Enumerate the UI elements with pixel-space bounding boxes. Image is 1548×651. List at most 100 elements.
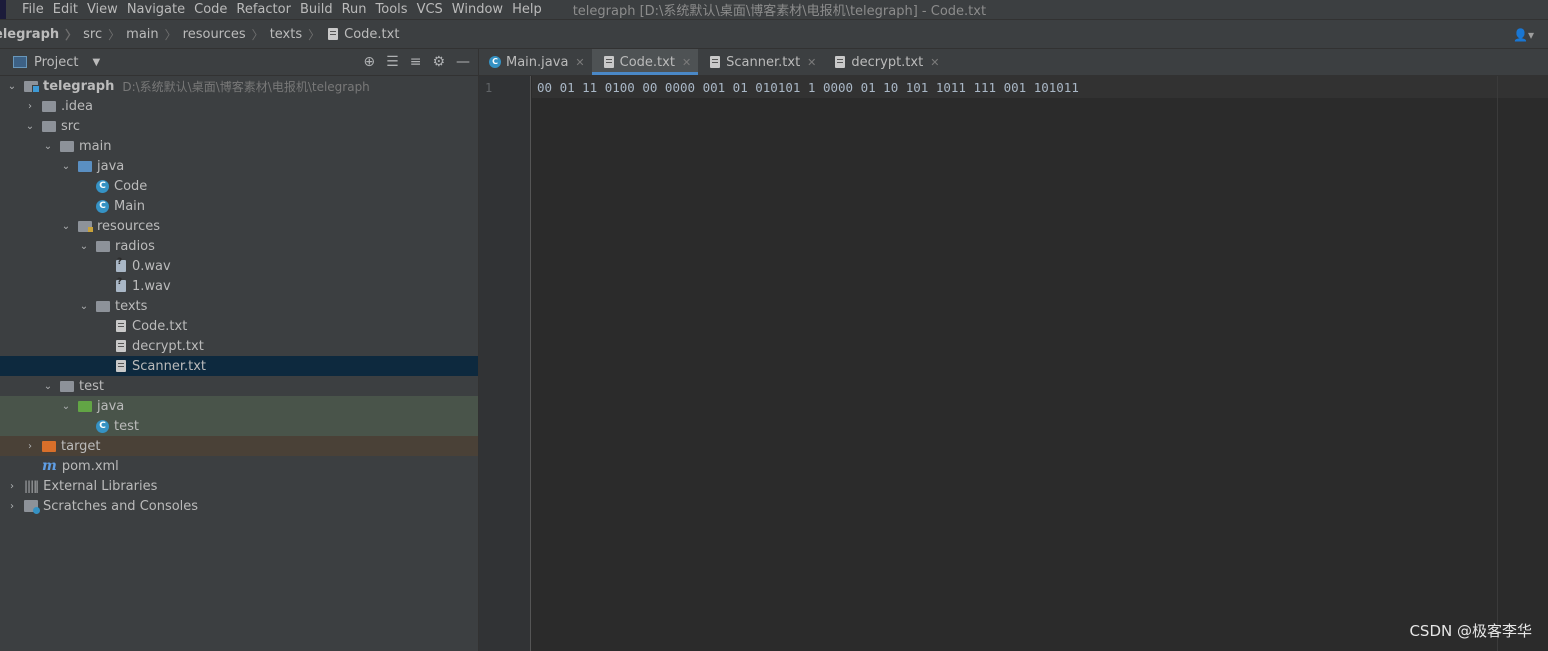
text-file-icon: [116, 360, 126, 372]
menu-build[interactable]: Build: [300, 2, 333, 17]
folder-icon: [96, 300, 110, 312]
tree-item-target[interactable]: › target: [0, 436, 478, 456]
tree-item-decrypt-txt[interactable]: decrypt.txt: [0, 336, 478, 356]
tree-item-idea[interactable]: › .idea: [0, 96, 478, 116]
tree-item-label: .idea: [61, 98, 93, 114]
tree-item-main-class[interactable]: C Main: [0, 196, 478, 216]
tree-item-test-class[interactable]: C test: [0, 416, 478, 436]
chevron-down-icon[interactable]: ⌄: [78, 241, 90, 252]
project-toolbar: ⊕ ☰ ≡ ⚙ —: [363, 54, 470, 70]
hide-icon[interactable]: —: [456, 54, 470, 70]
tree-item-0-wav[interactable]: 0.wav: [0, 256, 478, 276]
menu-code[interactable]: Code: [194, 2, 227, 17]
tree-item-scratches[interactable]: › Scratches and Consoles: [0, 496, 478, 516]
breadcrumb-label: elegraph: [0, 26, 60, 42]
chevron-right-icon: 〉: [308, 27, 321, 42]
menu-navigate[interactable]: Navigate: [127, 2, 185, 17]
app-logo-icon: [0, 0, 6, 19]
text-file-icon: [835, 56, 846, 68]
tree-item-resources[interactable]: ⌄ resources: [0, 216, 478, 236]
chevron-down-icon[interactable]: ⌄: [6, 81, 18, 92]
menu-refactor[interactable]: Refactor: [236, 2, 291, 17]
tree-item-radios[interactable]: ⌄ radios: [0, 236, 478, 256]
caret-down-icon[interactable]: ▼: [92, 57, 100, 68]
menu-tools[interactable]: Tools: [376, 2, 408, 17]
breadcrumb-item-file[interactable]: Code.txt: [326, 27, 399, 42]
chevron-down-icon[interactable]: ⌄: [60, 221, 72, 232]
folder-icon: [96, 240, 110, 252]
text-file-icon: [328, 28, 339, 40]
chevron-down-icon[interactable]: ⌄: [60, 401, 72, 412]
chevron-right-icon[interactable]: ›: [24, 441, 36, 452]
chevron-right-icon[interactable]: ›: [24, 101, 36, 112]
chevron-right-icon[interactable]: ›: [6, 481, 18, 492]
text-file-icon: [116, 340, 126, 352]
tree-item-external-libraries[interactable]: › |||‖ External Libraries: [0, 476, 478, 496]
menu-view[interactable]: View: [87, 2, 118, 17]
editor-text[interactable]: 00 01 11 0100 00 0000 001 01 010101 1 00…: [537, 80, 1079, 95]
tree-item-src[interactable]: ⌄ src: [0, 116, 478, 136]
menu-help[interactable]: Help: [512, 2, 542, 17]
tab-code-txt[interactable]: Code.txt ✕: [591, 49, 699, 75]
tree-item-code-txt[interactable]: Code.txt: [0, 316, 478, 336]
tree-item-java[interactable]: ⌄ java: [0, 156, 478, 176]
chevron-down-icon[interactable]: ⌄: [60, 161, 72, 172]
chevron-down-icon[interactable]: ⌄: [24, 121, 36, 132]
tree-item-pom-xml[interactable]: m pom.xml: [0, 456, 478, 476]
window-title: telegraph [D:\系统默认\桌面\博客素材\电报机\telegraph…: [572, 4, 987, 19]
breadcrumb-item-main[interactable]: main 〉: [126, 26, 183, 43]
tree-item-label: src: [61, 118, 80, 134]
chevron-down-icon[interactable]: ⌄: [42, 381, 54, 392]
menu-file[interactable]: File: [22, 2, 44, 17]
tree-item-main[interactable]: ⌄ main: [0, 136, 478, 156]
locate-icon[interactable]: ⊕: [363, 54, 375, 70]
breadcrumb-item-texts[interactable]: texts 〉: [270, 26, 326, 43]
tree-item-scanner-txt[interactable]: Scanner.txt: [0, 356, 478, 376]
chevron-down-icon[interactable]: ⌄: [78, 301, 90, 312]
expand-all-icon[interactable]: ☰: [386, 54, 399, 70]
breadcrumb-label: texts: [269, 26, 303, 42]
close-icon[interactable]: ✕: [575, 56, 584, 69]
close-icon[interactable]: ✕: [930, 56, 939, 69]
tab-label: decrypt.txt: [851, 54, 924, 70]
tab-decrypt-txt[interactable]: decrypt.txt ✕: [823, 49, 946, 75]
tree-item-code-class[interactable]: C Code: [0, 176, 478, 196]
tab-label: Scanner.txt: [726, 54, 801, 70]
project-view-selector[interactable]: Project: [34, 55, 78, 70]
breadcrumb-item-src[interactable]: src 〉: [83, 26, 126, 43]
user-icon[interactable]: 👤▾: [1513, 28, 1534, 42]
menu-edit[interactable]: Edit: [53, 2, 78, 17]
tree-item-telegraph[interactable]: ⌄ telegraph D:\系统默认\桌面\博客素材\电报机\telegrap…: [0, 76, 478, 96]
project-path: D:\系统默认\桌面\博客素材\电报机\telegraph: [122, 79, 370, 94]
tree-item-test[interactable]: ⌄ test: [0, 376, 478, 396]
tree-item-test-java[interactable]: ⌄ java: [0, 396, 478, 416]
tree-item-label: texts: [115, 298, 148, 314]
tree-item-label: 0.wav: [132, 258, 171, 274]
source-folder-icon: [78, 160, 92, 172]
java-main-class-icon: C: [96, 199, 109, 213]
tree-item-texts[interactable]: ⌄ texts: [0, 296, 478, 316]
breadcrumb-item-project[interactable]: elegraph 〉: [0, 26, 83, 43]
tree-item-1-wav[interactable]: 1.wav: [0, 276, 478, 296]
gear-icon[interactable]: ⚙: [432, 54, 445, 70]
close-icon[interactable]: ✕: [807, 56, 816, 69]
chevron-right-icon: 〉: [65, 27, 78, 42]
folder-icon: [60, 140, 74, 152]
close-icon[interactable]: ✕: [682, 56, 691, 69]
project-panel: Project ▼ ⊕ ☰ ≡ ⚙ — ⌄ telegraph D:\系统默认\…: [0, 49, 479, 651]
chevron-down-icon[interactable]: ⌄: [42, 141, 54, 152]
menu-vcs[interactable]: VCS: [417, 2, 443, 17]
excluded-folder-icon: [42, 440, 56, 452]
collapse-all-icon[interactable]: ≡: [410, 54, 422, 70]
project-view-icon: [13, 56, 27, 68]
menu-window[interactable]: Window: [452, 2, 503, 17]
breadcrumb-item-resources[interactable]: resources 〉: [183, 26, 270, 43]
tab-scanner-txt[interactable]: Scanner.txt ✕: [698, 49, 823, 75]
tree-item-label: java: [97, 398, 125, 414]
tab-main-java[interactable]: C Main.java ✕: [479, 49, 592, 75]
menu-run[interactable]: Run: [342, 2, 367, 17]
chevron-right-icon: 〉: [164, 27, 177, 42]
tree-item-label: decrypt.txt: [132, 338, 204, 354]
chevron-right-icon[interactable]: ›: [6, 501, 18, 512]
editor-tabs: C Main.java ✕ Code.txt ✕ Scanner.txt ✕ d…: [479, 49, 1548, 76]
